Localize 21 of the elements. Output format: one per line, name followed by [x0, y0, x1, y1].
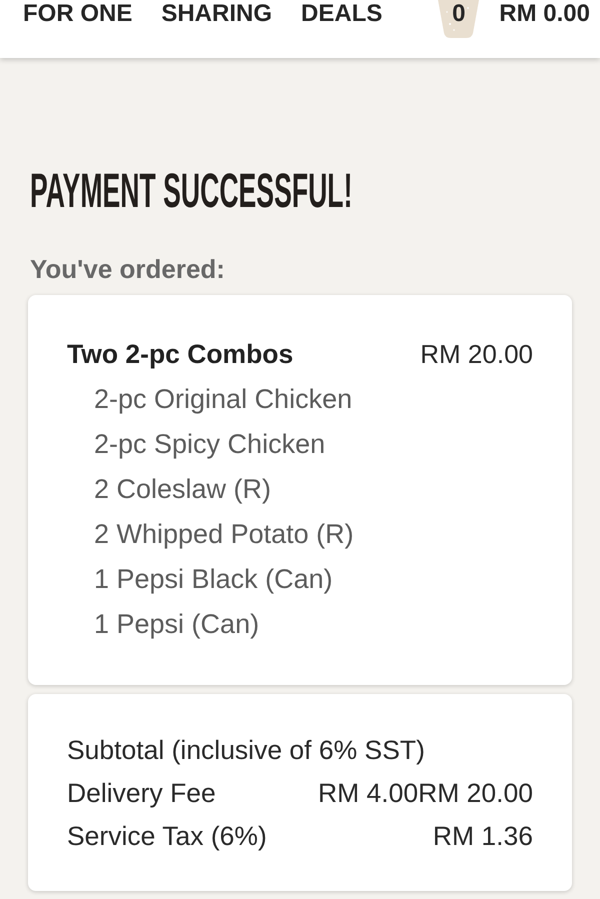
summary-value: RM 1.36: [432, 820, 533, 853]
summary-label: Service Tax (6%): [67, 820, 267, 853]
combo-item: 1 Pepsi Black (Can): [94, 563, 333, 596]
cup-icon[interactable]: [438, 0, 480, 38]
combo-item: 2 Coleslaw (R): [94, 473, 272, 506]
combo-item: 2-pc Original Chicken: [94, 383, 352, 416]
summary-value: RM 4.00RM 20.00: [318, 777, 533, 810]
nav-link[interactable]: DEALS: [301, 2, 382, 26]
page-title: PAYMENT SUCCESSFUL!: [30, 165, 352, 218]
combo-price: RM 20.00: [420, 338, 533, 371]
combo-item: 2-pc Spicy Chicken: [94, 428, 326, 461]
nav-link[interactable]: SHARING: [161, 2, 272, 26]
section-label: You've ordered:: [30, 255, 225, 283]
cart-count: 0: [452, 2, 466, 26]
cart-total[interactable]: RM 0.00: [499, 0, 590, 26]
combo-name: Two 2-pc Combos: [67, 338, 294, 371]
nav-link[interactable]: FOR ONE: [23, 2, 132, 26]
summary-label: Delivery Fee: [67, 777, 216, 810]
summary-label: Subtotal (inclusive of 6% SST): [67, 734, 425, 767]
combo-item: 2 Whipped Potato (R): [94, 518, 354, 551]
combo-item: 1 Pepsi (Can): [94, 608, 260, 641]
